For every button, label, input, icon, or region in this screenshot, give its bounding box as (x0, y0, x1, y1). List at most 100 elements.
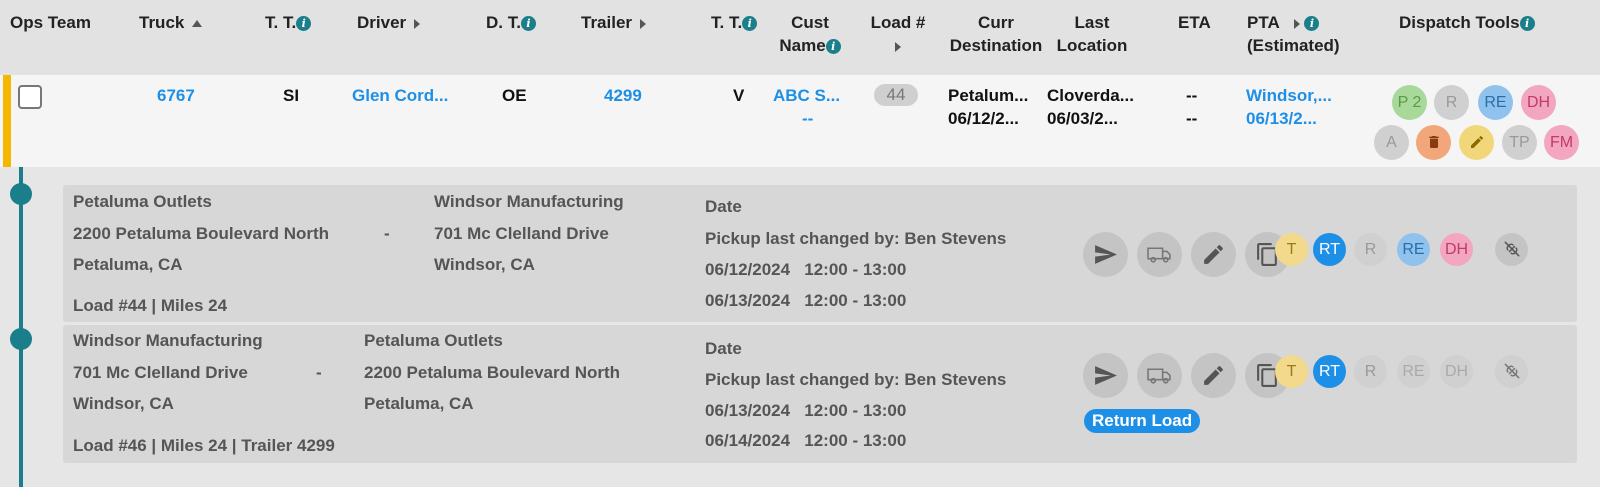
load-count-badge[interactable]: 44 (874, 84, 918, 106)
to-name: Petaluma Outlets (364, 331, 503, 350)
trailer-link[interactable]: 4299 (604, 84, 642, 107)
info-icon[interactable]: i (1519, 16, 1535, 32)
pencil-button[interactable] (1459, 125, 1494, 160)
stop-pill-rt[interactable]: RT (1313, 355, 1346, 388)
truck-button[interactable] (1137, 232, 1182, 277)
col-eta[interactable]: ETA (1178, 11, 1211, 34)
col-curr-destination[interactable]: Curr Destination (945, 11, 1047, 57)
stop-pill-re[interactable]: RE (1397, 233, 1430, 266)
from-street: 701 Mc Clelland Drive (73, 363, 248, 382)
date-label: Date (705, 339, 742, 358)
from-street: 2200 Petaluma Boulevard North (73, 224, 330, 243)
stop-pill-r[interactable]: R (1354, 355, 1387, 388)
pta-date-link[interactable]: 06/13/2... (1246, 107, 1317, 130)
changed-by: Pickup last changed by: Ben Stevens (705, 370, 1007, 389)
stop-pill-t[interactable]: T (1275, 233, 1308, 266)
load-meta: Load #44 | Miles 24 (73, 296, 228, 315)
truck-link[interactable]: 6767 (157, 84, 195, 107)
stop-pill-re[interactable]: RE (1397, 355, 1430, 388)
return-load-badge[interactable]: Return Load (1084, 409, 1201, 433)
dispatch-pill-re[interactable]: RE (1478, 85, 1513, 120)
col-dt[interactable]: D. T. i (486, 11, 536, 34)
info-icon[interactable]: i (825, 39, 841, 55)
driver-link[interactable]: Glen Cord... (352, 84, 448, 107)
stop-pill-dh[interactable]: DH (1440, 355, 1473, 388)
from-city: Petaluma, CA (73, 255, 183, 274)
changed-by: Pickup last changed by: Ben Stevens (705, 229, 1007, 248)
info-icon[interactable]: i (1304, 16, 1320, 32)
stop-pill-r[interactable]: R (1354, 233, 1387, 266)
to-street: 2200 Petaluma Boulevard North (364, 363, 621, 382)
unlink-button[interactable] (1495, 233, 1528, 266)
expand-right-icon (1293, 18, 1300, 29)
sort-asc-icon (192, 20, 203, 28)
pencil-icon (1204, 366, 1223, 385)
dispatch-pill-a[interactable]: A (1374, 125, 1409, 160)
edit-button[interactable] (1191, 353, 1236, 398)
col-trailer[interactable]: Trailer (581, 11, 647, 34)
route-separator: - (316, 363, 322, 382)
stop-card: Petaluma Outlets 2200 Petaluma Boulevard… (63, 185, 1577, 322)
dispatch-pill-fm[interactable]: FM (1544, 125, 1579, 160)
col-tt2[interactable]: T. T. i (711, 11, 758, 34)
col-last-location[interactable]: Last Location (1053, 11, 1131, 57)
eta-value: -- (1186, 86, 1198, 105)
timeline-line (19, 167, 23, 487)
edit-button[interactable] (1191, 232, 1236, 277)
col-dispatch-tools[interactable]: Dispatch Tools i (1399, 11, 1535, 34)
col-ops-team[interactable]: Ops Team (10, 11, 91, 34)
driver-type: OE (502, 86, 527, 105)
col-pta-label-1: PTA (1247, 13, 1280, 32)
send-button[interactable] (1083, 353, 1128, 398)
col-pta-label-2: (Estimated) (1247, 36, 1340, 55)
dispatch-pill-r[interactable]: R (1434, 85, 1469, 120)
expand-right-icon (414, 18, 421, 29)
curr-destination-date: 06/12/2... (948, 109, 1019, 128)
col-truck[interactable]: Truck (139, 11, 203, 34)
expand-right-icon (895, 41, 901, 52)
stop-pill-rt[interactable]: RT (1313, 233, 1346, 266)
col-driver-label: Driver (357, 13, 407, 32)
unlink-icon (1504, 363, 1519, 379)
expand-right-icon (640, 18, 647, 29)
row-select-checkbox[interactable] (18, 85, 42, 109)
col-tt2-label: T. T. (711, 13, 743, 32)
customer-sub: -- (802, 109, 814, 128)
col-cust-name-label-1: Cust (791, 13, 829, 32)
last-location-date: 06/03/2... (1047, 109, 1118, 128)
pencil-icon (1204, 245, 1223, 264)
info-icon[interactable]: i (520, 16, 536, 32)
pta-location-link[interactable]: Windsor,... (1246, 84, 1332, 107)
route-separator: - (384, 224, 390, 243)
dispatch-pill-dh[interactable]: DH (1521, 85, 1556, 120)
unlink-button[interactable] (1495, 355, 1528, 388)
col-tt1[interactable]: T. T. i (265, 11, 312, 34)
dispatch-pill-tp[interactable]: TP (1502, 125, 1537, 160)
pickup-date: 06/13/2024 12:00 - 13:00 (705, 401, 907, 420)
col-last-loc-label-1: Last (1074, 13, 1110, 32)
info-icon[interactable]: i (742, 16, 758, 32)
curr-destination: Petalum... (948, 86, 1029, 105)
col-trailer-label: Trailer (581, 13, 633, 32)
customer-link[interactable]: ABC S... (773, 84, 840, 107)
dispatch-pill-p2[interactable]: P 2 (1392, 85, 1427, 120)
unlink-icon (1504, 241, 1519, 257)
col-cust-name[interactable]: Cust Name i (770, 11, 850, 57)
to-city: Petaluma, CA (364, 394, 474, 413)
info-icon[interactable]: i (296, 16, 312, 32)
truck-button[interactable] (1137, 353, 1182, 398)
truck-row[interactable]: 6767 SI Glen Cord... OE 4299 V ABC S... … (0, 75, 1600, 167)
from-city: Windsor, CA (73, 394, 174, 413)
from-name: Petaluma Outlets (73, 192, 212, 211)
col-cust-name-label-2: Name (779, 36, 826, 55)
col-load-num[interactable]: Load # (866, 11, 930, 57)
col-pta[interactable]: PTA i (Estimated) (1247, 11, 1340, 57)
col-driver[interactable]: Driver (357, 11, 421, 34)
col-curr-dest-label-1: Curr (978, 13, 1014, 32)
delivery-date: 06/13/2024 12:00 - 13:00 (705, 291, 907, 310)
stop-pill-t[interactable]: T (1275, 355, 1308, 388)
date-label: Date (705, 197, 742, 216)
send-button[interactable] (1083, 232, 1128, 277)
trash-button[interactable] (1416, 125, 1451, 160)
stop-pill-dh[interactable]: DH (1440, 233, 1473, 266)
